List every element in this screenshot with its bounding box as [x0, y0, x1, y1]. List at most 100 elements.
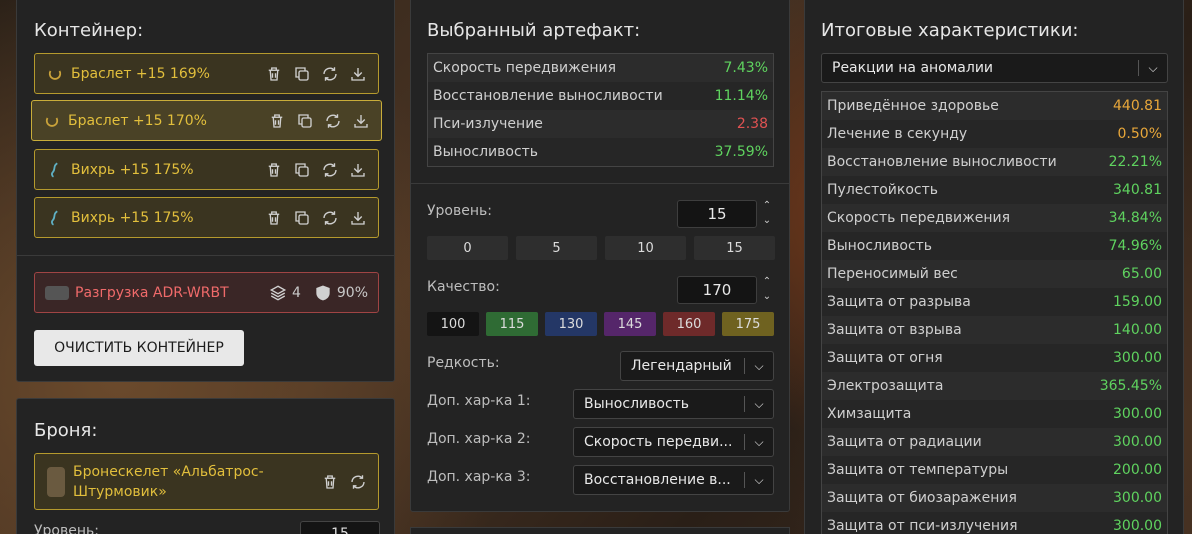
- refresh-icon[interactable]: [320, 208, 340, 228]
- artifact-stats-table: Скорость передвижения 7.43% Восстановление…: [427, 53, 774, 167]
- quality-preset-button[interactable]: 115: [486, 312, 538, 336]
- refresh-icon[interactable]: [320, 160, 340, 180]
- totals-filter-select[interactable]: Реакции на аномалии ⌵: [821, 53, 1168, 83]
- trash-icon[interactable]: [264, 208, 284, 228]
- stat-value: 300.00: [1113, 490, 1162, 506]
- stat-row: Восстановление выносливости 11.14%: [428, 82, 773, 110]
- armor-name: Бронескелет «Альбатрос- Штурмовик»: [73, 462, 320, 502]
- stat-value: 140.00: [1113, 322, 1162, 338]
- rarity-value: Легендарный: [631, 358, 732, 374]
- extra1-value: Выносливость: [584, 396, 690, 412]
- level-decrement-icon[interactable]: ⌄: [761, 215, 773, 227]
- shield-icon: [313, 283, 333, 303]
- refresh-icon[interactable]: [348, 472, 368, 492]
- totals-stats-table: Приведённое здоровье 440.81 Лечение в секу…: [821, 91, 1168, 534]
- stat-value: 365.45%: [1099, 378, 1162, 394]
- chevron-down-icon: ⌵: [754, 472, 764, 487]
- quality-preset-button[interactable]: 130: [545, 312, 597, 336]
- quality-input[interactable]: 170: [677, 276, 757, 304]
- layers-icon: [268, 283, 288, 303]
- level-increment-icon[interactable]: ⌃: [761, 200, 773, 212]
- armor-name-line2: Штурмовик»: [73, 483, 167, 500]
- extra3-value: Восстановление в...: [584, 472, 731, 488]
- quality-preset-button[interactable]: 175: [722, 312, 774, 336]
- protection-value: 90%: [336, 284, 368, 301]
- stat-row: Химзащита 300.00: [822, 400, 1167, 428]
- stat-row: Восстановление выносливости 22.21%: [822, 148, 1167, 176]
- container-artifact-row[interactable]: Вихрь +15 175%: [34, 149, 379, 190]
- rarity-label: Редкость:: [427, 355, 500, 371]
- stat-name: Восстановление выносливости: [827, 154, 1057, 170]
- stat-value: 0.50%: [1117, 126, 1162, 142]
- copy-icon[interactable]: [292, 160, 312, 180]
- stat-row: Защита от биозаражения 300.00: [822, 484, 1167, 512]
- chevron-down-icon: ⌵: [1148, 60, 1158, 75]
- quality-label: Качество:: [427, 279, 500, 295]
- level-preset-button[interactable]: 15: [694, 236, 775, 260]
- clear-container-button[interactable]: ОЧИСТИТЬ КОНТЕЙНЕР: [34, 330, 244, 366]
- stat-row: Защита от температуры 200.00: [822, 456, 1167, 484]
- download-icon[interactable]: [348, 64, 368, 84]
- whirl-icon: [45, 160, 65, 180]
- chevron-down-icon: ⌵: [754, 358, 764, 373]
- level-label: Уровень:: [427, 203, 492, 219]
- trash-icon[interactable]: [264, 64, 284, 84]
- armor-item[interactable]: Бронескелет «Альбатрос- Штурмовик»: [34, 453, 379, 510]
- download-icon[interactable]: [348, 160, 368, 180]
- quality-decrement-icon[interactable]: ⌄: [761, 291, 773, 303]
- stat-name: Защита от температуры: [827, 462, 1009, 478]
- level-preset-button[interactable]: 10: [605, 236, 686, 260]
- download-icon[interactable]: [348, 208, 368, 228]
- stat-row: Приведённое здоровье 440.81: [822, 92, 1167, 120]
- divider: [411, 183, 789, 184]
- selected-artifact-title: Выбранный артефакт:: [427, 20, 641, 41]
- divider: [17, 255, 394, 256]
- extra3-select[interactable]: Восстановление в... ⌵: [573, 465, 774, 495]
- quality-preset-button[interactable]: 160: [663, 312, 715, 336]
- copy-icon[interactable]: [292, 208, 312, 228]
- stat-value: 300.00: [1113, 434, 1162, 450]
- chevron-down-icon: ⌵: [754, 434, 764, 449]
- stat-row: Защита от взрыва 140.00: [822, 316, 1167, 344]
- stat-name: Защита от пси-излучения: [827, 518, 1018, 534]
- stat-name: Выносливость: [827, 238, 933, 254]
- extra2-select[interactable]: Скорость передви... ⌵: [573, 427, 774, 457]
- stat-value: 340.81: [1113, 182, 1162, 198]
- trash-icon[interactable]: [267, 111, 287, 131]
- armor-level-label: Уровень:: [34, 523, 99, 534]
- level-input[interactable]: 15: [677, 200, 757, 228]
- extra1-label: Доп. хар-ка 1:: [427, 393, 531, 409]
- quality-increment-icon[interactable]: ⌃: [761, 276, 773, 288]
- level-preset-button[interactable]: 0: [427, 236, 508, 260]
- container-artifact-row[interactable]: Браслет +15 169%: [34, 53, 379, 94]
- level-preset-button[interactable]: 5: [516, 236, 597, 260]
- copy-icon[interactable]: [292, 64, 312, 84]
- refresh-icon[interactable]: [323, 111, 343, 131]
- stat-name: Восстановление выносливости: [433, 88, 663, 104]
- stat-row: Лечение в секунду 0.50%: [822, 120, 1167, 148]
- stat-value: 34.84%: [1108, 210, 1162, 226]
- container-artifact-row[interactable]: Вихрь +15 175%: [34, 197, 379, 238]
- armor-level-input[interactable]: 15: [300, 521, 380, 534]
- rarity-select[interactable]: Легендарный ⌵: [620, 351, 774, 381]
- trash-icon[interactable]: [320, 472, 340, 492]
- container-artifact-row[interactable]: Браслет +15 170%: [31, 100, 382, 141]
- stat-name: Приведённое здоровье: [827, 98, 999, 114]
- artifact-name: Вихрь +15 175%: [71, 209, 194, 226]
- bracelet-icon: [45, 64, 65, 84]
- stat-value: 65.00: [1121, 266, 1162, 282]
- refresh-icon[interactable]: [320, 64, 340, 84]
- bracelet-icon: [42, 111, 62, 131]
- copy-icon[interactable]: [295, 111, 315, 131]
- stat-row: Пулестойкость 340.81: [822, 176, 1167, 204]
- stat-value: 22.21%: [1108, 154, 1162, 170]
- download-icon[interactable]: [351, 111, 371, 131]
- extra1-select[interactable]: Выносливость ⌵: [573, 389, 774, 419]
- slot-count: 4: [291, 284, 301, 301]
- lower-panel: [410, 527, 790, 534]
- trash-icon[interactable]: [264, 160, 284, 180]
- unloading-item[interactable]: Разгрузка ADR-WRBT 4 90%: [34, 272, 379, 313]
- quality-preset-button[interactable]: 145: [604, 312, 656, 336]
- quality-preset-button[interactable]: 100: [427, 312, 479, 336]
- stat-value: 11.14%: [714, 88, 768, 104]
